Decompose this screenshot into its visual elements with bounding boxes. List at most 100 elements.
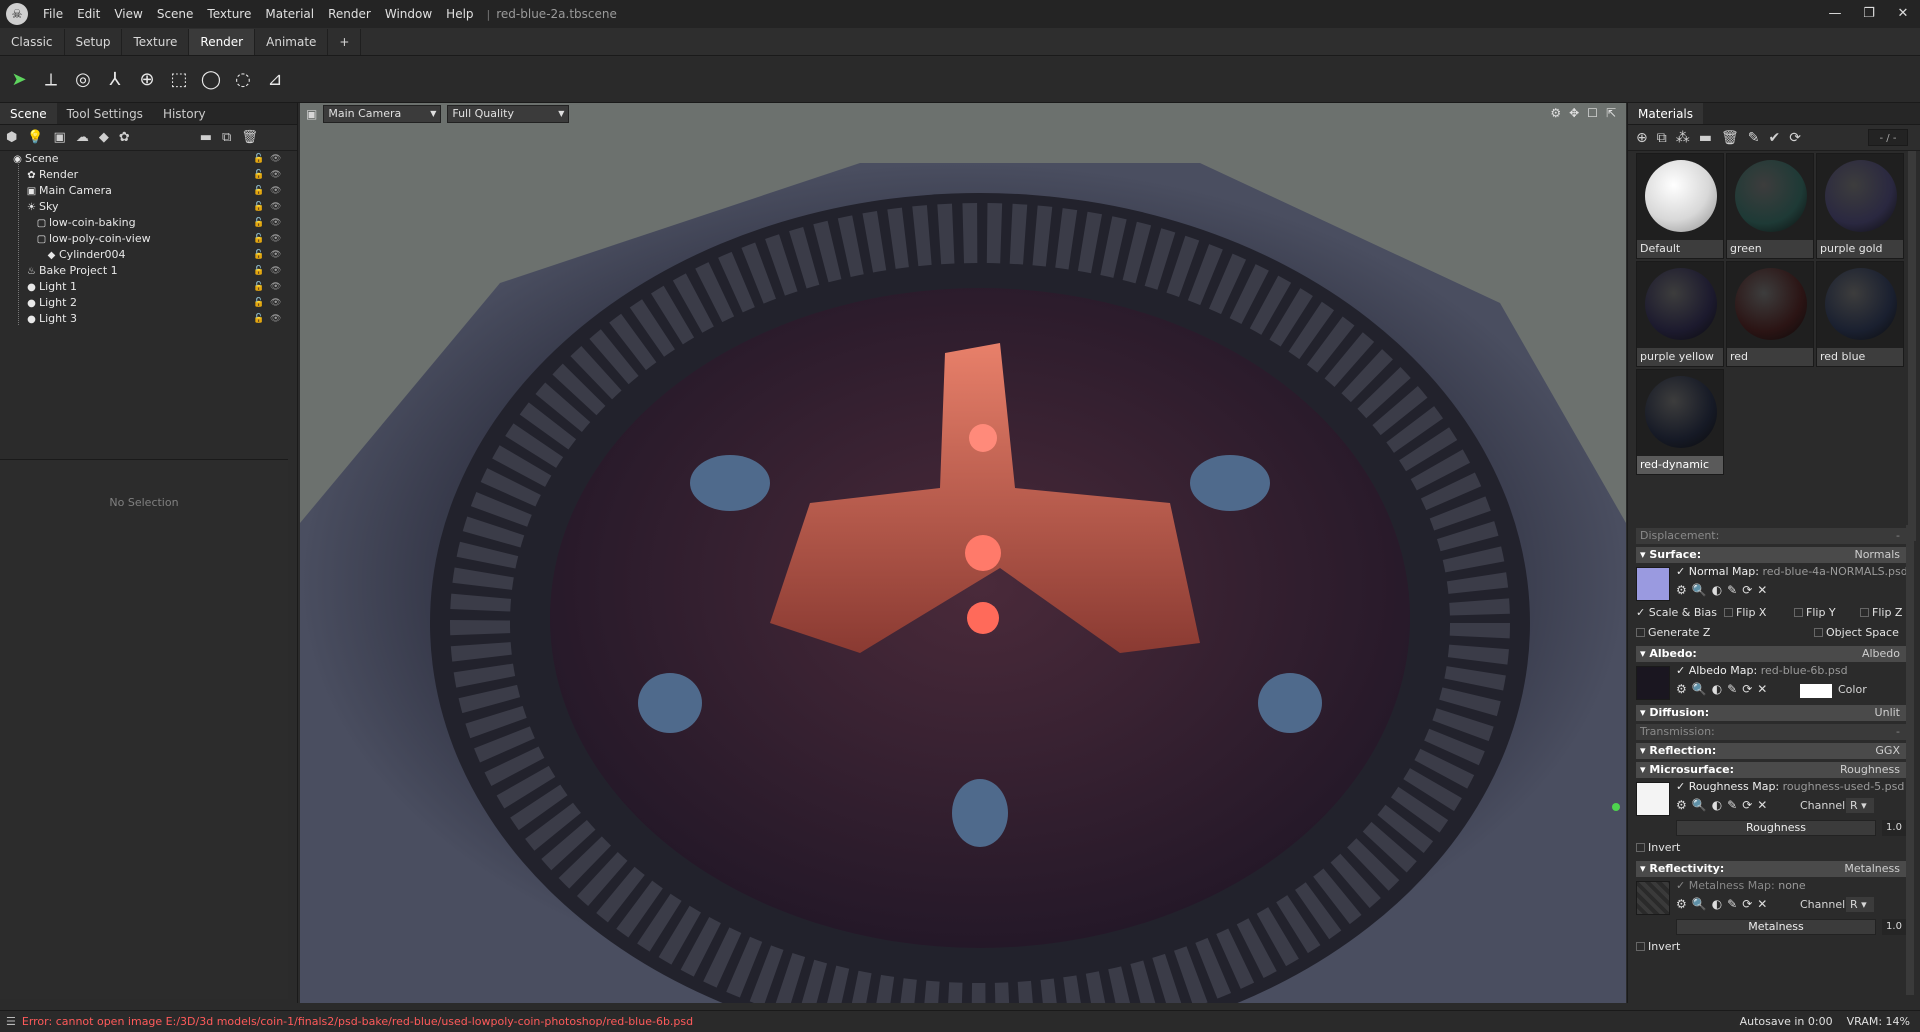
lock-icon[interactable]: 🔓 xyxy=(253,183,264,199)
add-shape-icon[interactable]: ◆ xyxy=(99,130,109,145)
trash-icon[interactable]: 🗑 xyxy=(1721,130,1739,146)
tab-history[interactable]: History xyxy=(153,103,216,124)
menu-window[interactable]: Window xyxy=(378,0,439,28)
pivot-icon[interactable]: ⊕ xyxy=(134,67,160,93)
camera-dropdown[interactable]: Main Camera ▼ xyxy=(323,105,442,123)
rect-select-icon[interactable]: ⬚ xyxy=(166,67,192,93)
section-diffusion[interactable]: ▾ Diffusion: Unlit xyxy=(1636,705,1906,721)
scale-bias-checkbox[interactable]: ✓ Scale & Bias xyxy=(1636,606,1717,619)
map-tool-icons[interactable]: ⚙🔍◐✎⟳✕ xyxy=(1676,798,1772,812)
section-reflectivity[interactable]: ▾ Reflectivity: Metalness xyxy=(1636,861,1906,877)
duplicate-icon[interactable]: ⧉ xyxy=(222,130,231,145)
circle-select-icon[interactable]: ◯ xyxy=(198,67,224,93)
rotate-gizmo-icon[interactable]: ◎ xyxy=(70,67,96,93)
flip-y-checkbox[interactable]: Flip Y xyxy=(1794,603,1836,623)
scene-tree-item[interactable]: ✿ Render 🔓 👁 xyxy=(0,167,297,183)
duplicate-material-icon[interactable]: ⧉ xyxy=(1657,130,1667,146)
metalness-slider[interactable]: Metalness xyxy=(1676,919,1876,935)
properties-scrollbar[interactable] xyxy=(1906,525,1914,995)
lasso-select-icon[interactable]: ◌ xyxy=(230,67,256,93)
tab-scene[interactable]: Scene xyxy=(0,103,57,124)
menu-texture[interactable]: Texture xyxy=(200,0,258,28)
add-light-icon[interactable]: 💡 xyxy=(27,130,43,145)
viewport[interactable]: ▣ Main Camera ▼ Full Quality ▼ ⚙ ✥ ☐ ⇱ xyxy=(300,103,1626,1003)
material-thumbnail[interactable]: red blue xyxy=(1816,261,1904,367)
menu-file[interactable]: File xyxy=(36,0,70,28)
scene-tree-item[interactable]: ♨ Bake Project 1 🔓 👁 xyxy=(0,263,297,279)
material-thumbnail[interactable]: purple yellow xyxy=(1636,261,1724,367)
material-thumbnail[interactable]: red xyxy=(1726,261,1814,367)
folder-icon[interactable]: ▬ xyxy=(200,130,212,145)
menu-view[interactable]: View xyxy=(107,0,149,28)
section-transmission[interactable]: Transmission: - xyxy=(1636,724,1906,740)
lock-icon[interactable]: 🔓 xyxy=(253,215,264,231)
object-space-checkbox[interactable]: Object Space xyxy=(1814,623,1899,643)
roughness-slider[interactable]: Roughness xyxy=(1676,820,1876,836)
channel-dropdown[interactable]: R ▾ xyxy=(1846,798,1874,813)
map-tool-icons[interactable]: ⚙🔍◐✎⟳✕ xyxy=(1676,583,1772,597)
select-arrow-icon[interactable]: ➤ xyxy=(6,67,32,93)
lock-icon[interactable]: 🔓 xyxy=(253,311,264,327)
flip-x-checkbox[interactable]: Flip X xyxy=(1724,603,1766,623)
visibility-eye-icon[interactable]: 👁 xyxy=(270,279,281,295)
close-icon[interactable]: ✕ xyxy=(1886,0,1920,28)
visibility-eye-icon[interactable]: 👁 xyxy=(270,311,281,327)
visibility-eye-icon[interactable]: 👁 xyxy=(270,199,281,215)
visibility-eye-icon[interactable]: 👁 xyxy=(270,263,281,279)
section-surface[interactable]: ▾ Surface: Normals xyxy=(1636,547,1906,563)
scale-gizmo-icon[interactable]: ⅄ xyxy=(102,67,128,93)
metalness-map-thumbnail[interactable] xyxy=(1636,881,1670,915)
metalness-invert-checkbox[interactable]: Invert xyxy=(1636,940,1680,953)
section-microsurface[interactable]: ▾ Microsurface: Roughness xyxy=(1636,762,1906,778)
channel-dropdown[interactable]: R ▾ xyxy=(1846,897,1874,912)
add-object-icon[interactable]: ⬢ xyxy=(6,130,17,145)
normal-map-thumbnail[interactable] xyxy=(1636,567,1670,601)
scene-tree-item[interactable]: ◉ Scene 🔓 👁 xyxy=(0,151,297,167)
trash-icon[interactable]: 🗑 xyxy=(241,130,258,145)
albedo-map-thumbnail[interactable] xyxy=(1636,666,1670,700)
pan-icon[interactable]: ✥ xyxy=(1569,106,1579,120)
map-tool-icons[interactable]: ⚙🔍◐✎⟳✕ xyxy=(1676,897,1772,911)
visibility-eye-icon[interactable]: 👁 xyxy=(270,231,281,247)
lock-icon[interactable]: 🔓 xyxy=(253,151,264,167)
menu-scene[interactable]: Scene xyxy=(150,0,201,28)
scene-tree-item[interactable]: ☀ Sky 🔓 👁 xyxy=(0,199,297,215)
visibility-eye-icon[interactable]: 👁 xyxy=(270,183,281,199)
scene-tree-item[interactable]: ● Light 2 🔓 👁 xyxy=(0,295,297,311)
visibility-eye-icon[interactable]: 👁 xyxy=(270,167,281,183)
tab-animate[interactable]: Animate xyxy=(255,29,329,55)
minimize-icon[interactable]: — xyxy=(1818,0,1852,28)
add-material-icon[interactable]: ⊕ xyxy=(1636,130,1648,146)
refresh-icon[interactable]: ⟳ xyxy=(1789,130,1801,146)
material-thumbnail[interactable]: purple gold xyxy=(1816,153,1904,259)
maximize-icon[interactable]: ☐ xyxy=(1587,106,1598,120)
section-displacement[interactable]: Displacement: - xyxy=(1636,528,1906,544)
add-camera-icon[interactable]: ▣ xyxy=(54,130,66,145)
lock-icon[interactable]: 🔓 xyxy=(253,279,264,295)
metalness-value[interactable]: 1.0 xyxy=(1882,919,1906,935)
visibility-eye-icon[interactable]: 👁 xyxy=(270,295,281,311)
material-thumbnail[interactable]: Default xyxy=(1636,153,1724,259)
lock-icon[interactable]: 🔓 xyxy=(253,199,264,215)
material-thumbnail[interactable]: green xyxy=(1726,153,1814,259)
materials-scrollbar[interactable] xyxy=(1908,151,1916,541)
scene-tree-item[interactable]: ▣ Main Camera 🔓 👁 xyxy=(0,183,297,199)
tab-classic[interactable]: Classic xyxy=(0,29,65,55)
roughness-invert-checkbox[interactable]: Invert xyxy=(1636,841,1680,854)
menu-help[interactable]: Help xyxy=(439,0,480,28)
scene-tree-item[interactable]: ◆ Cylinder004 🔓 👁 xyxy=(0,247,297,263)
settings-gear-icon[interactable]: ⚙ xyxy=(1550,106,1561,120)
lock-icon[interactable]: 🔓 xyxy=(253,263,264,279)
roughness-map-thumbnail[interactable] xyxy=(1636,782,1670,816)
popout-icon[interactable]: ⇱ xyxy=(1606,106,1616,120)
folder-icon[interactable]: ▬ xyxy=(1699,130,1712,146)
visibility-eye-icon[interactable]: 👁 xyxy=(270,247,281,263)
lock-icon[interactable]: 🔓 xyxy=(253,247,264,263)
log-icon[interactable]: ☰ xyxy=(0,1015,16,1028)
menu-edit[interactable]: Edit xyxy=(70,0,107,28)
scene-tree-item[interactable]: ▢ low-poly-coin-view 🔓 👁 xyxy=(0,231,297,247)
generate-z-checkbox[interactable]: Generate Z xyxy=(1636,626,1710,639)
flip-z-checkbox[interactable]: Flip Z xyxy=(1860,603,1902,623)
add-bake-icon[interactable]: ✿ xyxy=(119,130,130,145)
map-tool-icons[interactable]: ⚙🔍◐✎⟳✕ xyxy=(1676,682,1772,696)
